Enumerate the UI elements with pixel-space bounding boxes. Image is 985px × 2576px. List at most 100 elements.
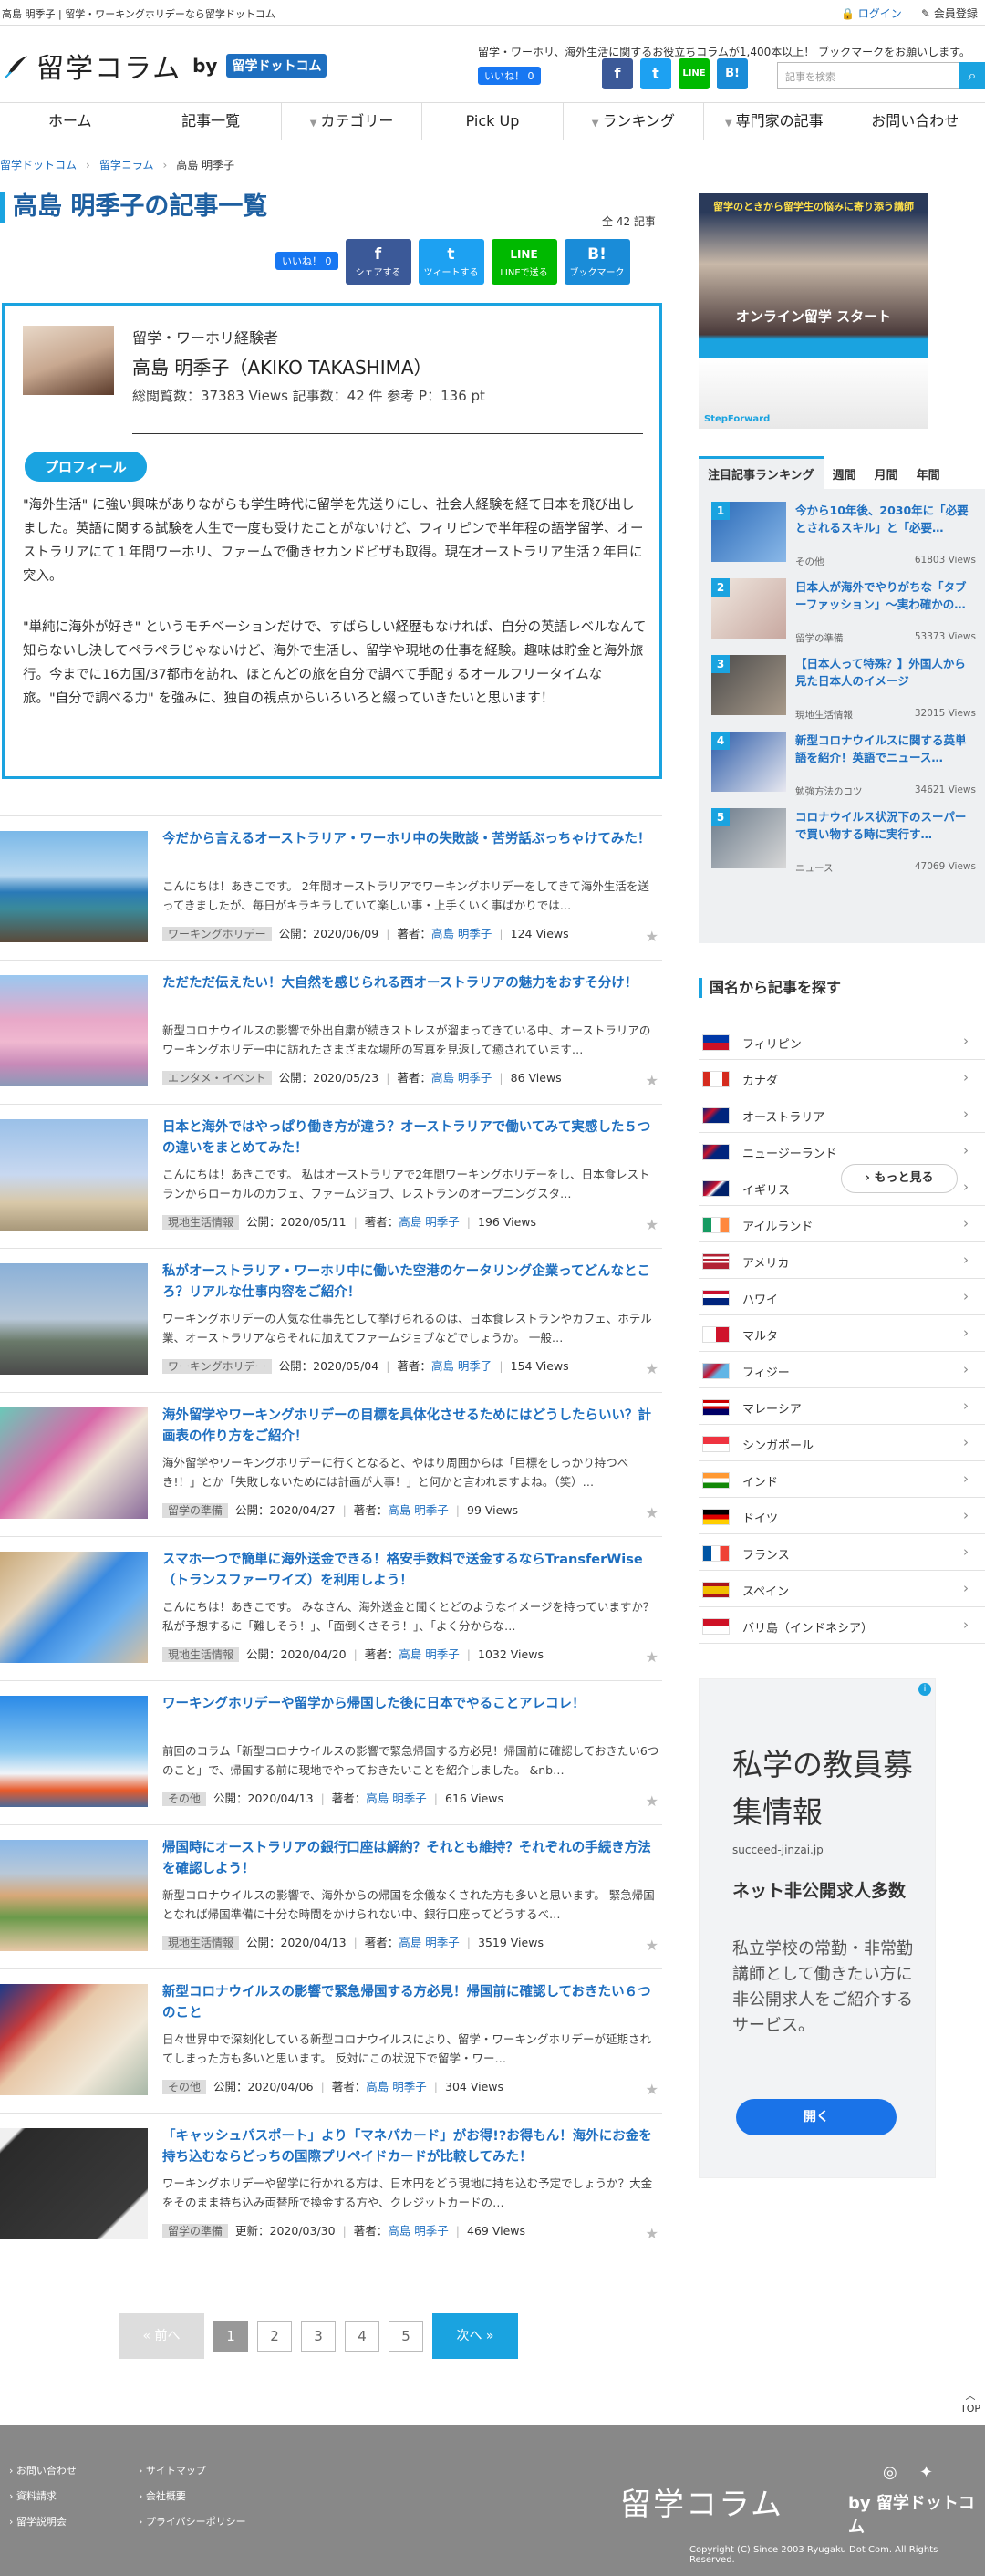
country-item[interactable]: ドイツ › — [699, 1498, 985, 1534]
footer-link-privacy[interactable]: プライバシーポリシー — [139, 2514, 246, 2529]
country-item[interactable]: イギリス › — [699, 1169, 985, 1206]
footer-link-brochure[interactable]: 資料請求 — [9, 2488, 57, 2503]
article-thumbnail[interactable] — [0, 1263, 148, 1375]
country-item[interactable]: ハワイ › — [699, 1279, 985, 1315]
article-thumbnail[interactable] — [0, 831, 148, 942]
country-item[interactable]: フランス › — [699, 1534, 985, 1571]
star-icon[interactable]: ★ — [646, 1937, 658, 1954]
breadcrumb-column[interactable]: 留学コラム — [99, 159, 154, 171]
tab-monthly[interactable]: 月間 — [866, 456, 907, 489]
instagram-icon[interactable]: ◎ — [883, 2463, 897, 2482]
star-icon[interactable]: ★ — [646, 1792, 658, 1810]
article-card[interactable]: 帰国時にオーストラリアの銀行口座は解約？それとも維持？それぞれの手続き方法を確認… — [0, 1824, 662, 1968]
article-card[interactable]: 今だから言えるオーストラリア・ワーホリ中の失敗談・苦労話ぶっちゃけてみた！ こんに… — [0, 815, 662, 960]
article-thumbnail[interactable] — [0, 1407, 148, 1519]
page-number[interactable]: 4 — [345, 2321, 379, 2352]
country-item[interactable]: スペイン › — [699, 1571, 985, 1607]
ranking-item[interactable]: 1 今から10年後、2030年に「必要とされるスキル」と「必要… その他 61803 … — [711, 502, 976, 567]
star-icon[interactable]: ★ — [646, 2225, 658, 2242]
country-item[interactable]: フィリピン › — [699, 1023, 985, 1060]
page-like-button[interactable]: いいね！ 0 — [275, 252, 338, 270]
nav-item[interactable]: ▼ 専門家の記事 — [704, 103, 845, 140]
nav-item[interactable]: 記事一覧 — [140, 103, 282, 140]
country-item[interactable]: カナダ › — [699, 1060, 985, 1096]
article-card[interactable]: 新型コロナウイルスの影響で緊急帰国する方必見！帰国前に確認しておきたい６つのこと… — [0, 1968, 662, 2113]
footer-link-contact[interactable]: お問い合わせ — [9, 2463, 77, 2477]
ranking-item[interactable]: 4 新型コロナウイルスに関する英単語を紹介！英語でニュース… 勉強方法のコツ 3462… — [711, 732, 976, 797]
star-icon[interactable]: ★ — [646, 1360, 658, 1377]
author-link[interactable]: 高島 明季子 — [399, 1215, 459, 1229]
star-icon[interactable]: ★ — [646, 1504, 658, 1522]
article-title[interactable]: 私がオーストラリア・ワーホリ中に働いた空港のケータリング企業ってどんなところ？リ… — [162, 1262, 659, 1304]
author-link[interactable]: 高島 明季子 — [399, 1647, 459, 1661]
author-link[interactable]: 高島 明季子 — [431, 1071, 492, 1085]
nav-item[interactable]: ホーム — [0, 103, 141, 140]
article-thumbnail[interactable] — [0, 1840, 148, 1951]
page-number[interactable]: 3 — [301, 2321, 336, 2352]
ranking-item[interactable]: 2 日本人が海外でやりがちな「タブーファッション」〜実わ確かの… 留学の準備 5337… — [711, 578, 976, 644]
author-link[interactable]: 高島 明季子 — [431, 927, 492, 940]
article-thumbnail[interactable] — [0, 975, 148, 1086]
site-logo[interactable]: 留学コラム by 留学ドットコム — [4, 46, 327, 86]
category-badge[interactable]: 留学の準備 — [162, 2224, 229, 2238]
country-item[interactable]: バリ島（インドネシア） › — [699, 1607, 985, 1644]
article-title[interactable]: 「キャッシュパスポート」より「マネパカード」がお得!?お得もん！海外にお金を持ち… — [162, 2126, 659, 2168]
author-link[interactable]: 高島 明季子 — [399, 1936, 459, 1949]
article-card[interactable]: 日本と海外ではやっぱり働き方が違う？オーストラリアで働いてみて実感した５つの違い… — [0, 1104, 662, 1248]
category-badge[interactable]: 現地生活情報 — [162, 1215, 240, 1230]
article-title[interactable]: 新型コロナウイルスの影響で緊急帰国する方必見！帰国前に確認しておきたい６つのこと — [162, 1982, 659, 2024]
country-item[interactable]: シンガポール › — [699, 1425, 985, 1461]
category-badge[interactable]: ワーキングホリデー — [162, 1359, 272, 1374]
share-hatena-button[interactable]: B! ブックマーク — [564, 239, 630, 285]
header-like-button[interactable]: いいね！ 0 — [478, 67, 541, 85]
star-icon[interactable]: ★ — [646, 1216, 658, 1233]
ranking-title[interactable]: 日本人が海外でやりがちな「タブーファッション」〜実わ確かの… — [795, 578, 976, 631]
article-thumbnail[interactable] — [0, 2128, 148, 2239]
hatena-bookmark-icon[interactable]: B! — [717, 58, 748, 89]
article-title[interactable]: 今だから言えるオーストラリア・ワーホリ中の失敗談・苦労話ぶっちゃけてみた！ — [162, 829, 659, 850]
footer-link-seminar[interactable]: 留学説明会 — [9, 2514, 67, 2529]
category-badge[interactable]: 現地生活情報 — [162, 1647, 240, 1662]
tab-yearly[interactable]: 年間 — [907, 456, 949, 489]
country-item[interactable]: フィジー › — [699, 1352, 985, 1388]
category-badge[interactable]: その他 — [162, 1792, 207, 1806]
author-link[interactable]: 高島 明季子 — [388, 2224, 448, 2238]
page-number[interactable]: 2 — [257, 2321, 292, 2352]
article-card[interactable]: ただただ伝えたい！大自然を感じられる西オーストラリアの魅力をおすそ分け！ 新型コロ… — [0, 960, 662, 1104]
tab-featured[interactable]: 注目記事ランキング — [699, 456, 824, 489]
category-badge[interactable]: その他 — [162, 2080, 207, 2094]
author-link[interactable]: 高島 明季子 — [366, 2080, 426, 2093]
author-link[interactable]: 高島 明季子 — [431, 1359, 492, 1373]
search-icon[interactable]: ⌕ — [959, 62, 985, 89]
article-thumbnail[interactable] — [0, 1696, 148, 1807]
line-icon[interactable]: LINE — [679, 58, 710, 89]
ranking-title[interactable]: 今から10年後、2030年に「必要とされるスキル」と「必要… — [795, 502, 976, 555]
share-twitter-button[interactable]: t ツィートする — [418, 239, 484, 285]
ranking-title[interactable]: 【日本人って特殊？】外国人から見た日本人のイメージ — [795, 655, 976, 708]
info-icon[interactable]: i — [918, 1683, 931, 1696]
article-thumbnail[interactable] — [0, 1552, 148, 1663]
teacher-recruit-ad[interactable]: i 私学の教員募集情報 succeed-jinzai.jp ネット非公開求人多数… — [699, 1678, 936, 2178]
category-badge[interactable]: ワーキングホリデー — [162, 927, 272, 941]
article-card[interactable]: 私がオーストラリア・ワーホリ中に働いた空港のケータリング企業ってどんなところ？リ… — [0, 1248, 662, 1392]
article-thumbnail[interactable] — [0, 1984, 148, 2095]
online-study-ad-banner[interactable]: 留学のときから留学生の悩みに寄り添う講師 オンライン留学 スタート StepFo… — [699, 193, 928, 429]
back-to-top-button[interactable]: ︿ TOP — [956, 2388, 985, 2415]
register-link[interactable]: ✎ 会員登録 — [921, 5, 978, 21]
twitter-icon[interactable]: t — [640, 58, 671, 89]
breadcrumb-home[interactable]: 留学ドットコム — [0, 159, 77, 171]
ranking-title[interactable]: 新型コロナウイルスに関する英単語を紹介！英語でニュース… — [795, 732, 976, 784]
nav-item[interactable]: Pick Up — [422, 103, 564, 140]
login-link[interactable]: 🔒 ログイン — [841, 5, 902, 21]
country-item[interactable]: マレーシア › — [699, 1388, 985, 1425]
share-facebook-button[interactable]: f シェアする — [345, 239, 411, 285]
article-title[interactable]: ワーキングホリデーや留学から帰国した後に日本でやることアレコレ！ — [162, 1694, 659, 1715]
next-page-button[interactable]: 次へ » — [432, 2313, 518, 2359]
article-card[interactable]: スマホ一つで簡単に海外送金できる！格安手数料で送金するならTransferWis… — [0, 1536, 662, 1680]
category-badge[interactable]: 現地生活情報 — [162, 1936, 240, 1950]
article-card[interactable]: ワーキングホリデーや留学から帰国した後に日本でやることアレコレ！ 前回のコラム「新… — [0, 1680, 662, 1824]
footer-logo[interactable]: 留学コラム — [620, 2479, 783, 2524]
star-icon[interactable]: ★ — [646, 928, 658, 945]
ad-open-button[interactable]: 開く — [736, 2099, 897, 2135]
footer-link-sitemap[interactable]: サイトマップ — [139, 2463, 206, 2477]
